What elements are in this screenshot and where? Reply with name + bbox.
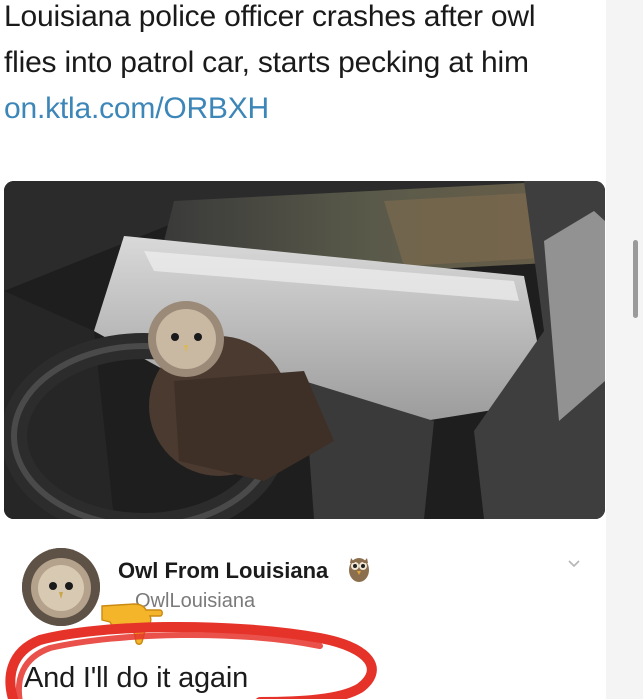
- headline-link[interactable]: on.ktla.com/ORBXH: [4, 92, 269, 125]
- headline-text: Louisiana police officer crashes after o…: [4, 0, 536, 79]
- display-name[interactable]: Owl From Louisiana: [118, 558, 328, 584]
- avatar[interactable]: [22, 548, 100, 626]
- pointing-hand-icon: [101, 603, 163, 645]
- owl-emoji-icon: [349, 558, 369, 582]
- owl-avatar-icon: [22, 548, 100, 626]
- news-card: Louisiana police officer crashes after o…: [0, 0, 606, 699]
- scrollbar[interactable]: [633, 240, 638, 318]
- owl-in-car-image: [4, 181, 605, 519]
- tweet-text: And I'll do it again: [24, 662, 249, 694]
- headline: Louisiana police officer crashes after o…: [4, 0, 594, 132]
- news-photo[interactable]: [4, 181, 605, 519]
- chevron-down-icon[interactable]: [566, 556, 582, 572]
